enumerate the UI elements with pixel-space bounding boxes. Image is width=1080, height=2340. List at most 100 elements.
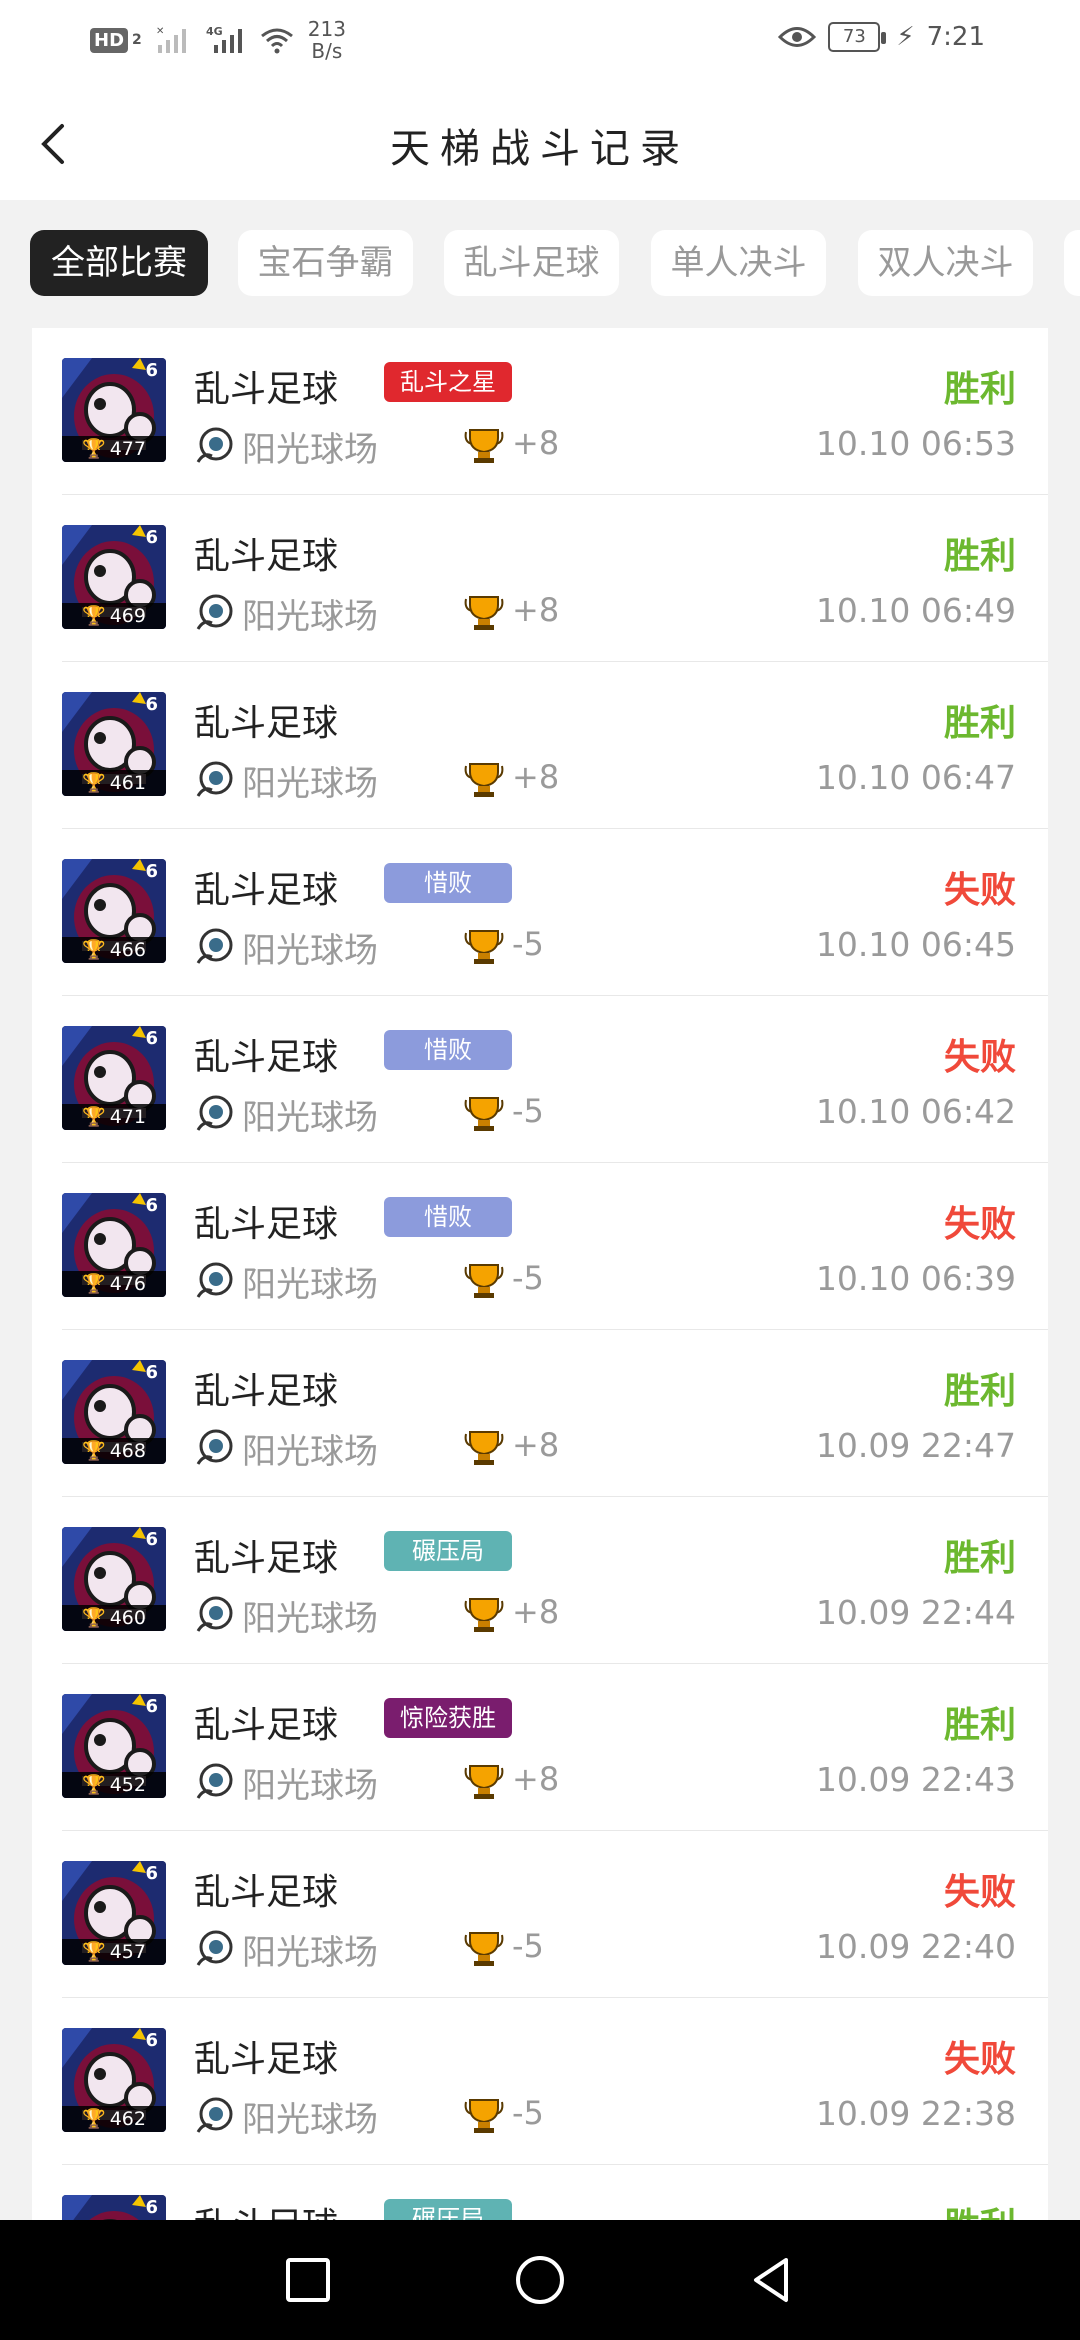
ball-icon (196, 761, 233, 797)
brawler-level: 6 (145, 2197, 158, 2218)
map-name: 阳光球场 (242, 1098, 378, 1138)
wifi-icon (260, 28, 293, 54)
trophy-small-icon: 🏆 (82, 939, 106, 961)
match-time: 10.09 22:43 (815, 1760, 1016, 1799)
home-button[interactable] (510, 2250, 570, 2310)
game-mode: 乱斗足球 (194, 1872, 339, 1913)
game-mode: 乱斗足球 (194, 1705, 339, 1746)
match-row[interactable]: 6 🏆 476 乱斗足球 惜败 阳光球场 -5 失败 10.10 06:39 (62, 1163, 1048, 1330)
match-row[interactable]: 6 🏆 452 乱斗足球 惊险获胜 阳光球场 +8 胜利 10.09 22:43 (62, 1664, 1048, 1831)
match-time: 10.10 06:47 (815, 758, 1016, 797)
square-icon (286, 2258, 330, 2302)
match-row[interactable]: 6 🏆 462 乱斗足球 阳光球场 -5 失败 10.09 22:38 (62, 1998, 1048, 2165)
status-bar: HD 2 ✕ 4G 213 B/s 73 ⚡ 7:21 (0, 0, 1080, 86)
brawler-level: 6 (145, 2030, 158, 2051)
match-badge: 惜败 (384, 1197, 512, 1237)
tab-brawl-ball[interactable]: 乱斗足球 (444, 230, 619, 296)
back-nav-button[interactable] (742, 2250, 802, 2310)
match-list: 6 🏆 477 乱斗足球 乱斗之星 阳光球场 +8 胜利 10.10 06:53 6 🏆 469 乱斗足… (32, 328, 1048, 2228)
match-row[interactable]: 6 🏆 460 乱斗足球 碾压局 阳光球场 +8 胜利 10.09 22:44 (62, 1497, 1048, 1664)
trophy-change: -5 (512, 925, 544, 963)
trophy-icon (464, 1765, 504, 1799)
brawler-level: 6 (145, 861, 158, 882)
match-row[interactable]: 6 🏆 471 乱斗足球 惜败 阳光球场 -5 失败 10.10 06:42 (62, 996, 1048, 1163)
match-time: 10.10 06:45 (815, 925, 1016, 964)
match-row[interactable]: 6 🏆 477 乱斗足球 乱斗之星 阳光球场 +8 胜利 10.10 06:53 (62, 328, 1048, 495)
brawler-trophies: 🏆 462 (62, 2106, 166, 2132)
network-type-label: 4G (206, 25, 223, 38)
trophy-change: +8 (512, 1593, 560, 1631)
match-row[interactable]: 6 🏆 457 乱斗足球 阳光球场 -5 失败 10.09 22:40 (62, 1831, 1048, 1998)
brawler-avatar: 6 🏆 471 (62, 1026, 166, 1130)
battery-icon: 73 (828, 22, 887, 52)
game-mode: 乱斗足球 (194, 2039, 339, 2080)
trophy-change: +8 (512, 424, 560, 462)
match-time: 10.10 06:42 (815, 1092, 1016, 1131)
match-row[interactable]: 6 🏆 461 乱斗足球 阳光球场 +8 胜利 10.10 06:47 (62, 662, 1048, 829)
recent-apps-button[interactable] (278, 2250, 338, 2310)
tab-gem-grab[interactable]: 宝石争霸 (238, 230, 413, 296)
brawler-trophies: 🏆 468 (62, 1438, 166, 1464)
trophy-small-icon: 🏆 (82, 605, 106, 627)
tab-more[interactable] (1064, 230, 1080, 296)
charging-icon: ⚡ (896, 22, 915, 52)
trophy-small-icon: 🏆 (82, 2108, 106, 2130)
trophy-change: +8 (512, 758, 560, 796)
brawler-level: 6 (145, 1863, 158, 1884)
brawler-level: 6 (145, 1696, 158, 1717)
tab-all[interactable]: 全部比赛 (30, 230, 208, 296)
trophy-small-icon: 🏆 (82, 1774, 106, 1796)
trophy-icon (464, 429, 504, 463)
brawler-avatar: 6 🏆 460 (62, 1527, 166, 1631)
tab-solo-showdown[interactable]: 单人决斗 (651, 230, 826, 296)
trophy-change: +8 (512, 591, 560, 629)
game-mode: 乱斗足球 (194, 1538, 339, 1579)
ball-icon (196, 1095, 233, 1131)
ball-icon (196, 2097, 233, 2133)
brawler-level: 6 (145, 360, 158, 381)
trophy-icon (464, 763, 504, 797)
brawler-avatar: 6 🏆 462 (62, 2028, 166, 2132)
match-badge: 乱斗之星 (384, 362, 512, 402)
brawler-trophies: 🏆 471 (62, 1104, 166, 1130)
match-row[interactable]: 6 🏆 468 乱斗足球 阳光球场 +8 胜利 10.09 22:47 (62, 1330, 1048, 1497)
game-mode: 乱斗足球 (194, 1371, 339, 1412)
clock: 7:21 (926, 22, 985, 52)
trophy-icon (464, 1932, 504, 1966)
map-name: 阳光球场 (242, 2100, 378, 2140)
brawler-level: 6 (145, 1195, 158, 1216)
ball-icon (196, 928, 233, 964)
match-result: 失败 (943, 1204, 1016, 1245)
brawler-avatar: 6 🏆 457 (62, 1861, 166, 1965)
match-result: 胜利 (943, 369, 1016, 410)
match-row[interactable]: 6 乱斗足球 碾压局 胜利 (62, 2165, 1048, 2228)
match-row[interactable]: 6 🏆 469 乱斗足球 阳光球场 +8 胜利 10.10 06:49 (62, 495, 1048, 662)
match-time: 10.09 22:44 (815, 1593, 1016, 1632)
match-badge: 惜败 (384, 863, 512, 903)
trophy-change: -5 (512, 1927, 544, 1965)
match-result: 胜利 (943, 536, 1016, 577)
brawler-trophies: 🏆 477 (62, 436, 166, 462)
trophy-small-icon: 🏆 (82, 1106, 106, 1128)
match-result: 胜利 (943, 1371, 1016, 1412)
match-result: 胜利 (943, 1705, 1016, 1746)
brawler-level: 6 (145, 1362, 158, 1383)
triangle-back-icon (754, 2258, 788, 2302)
brawler-avatar: 6 🏆 477 (62, 358, 166, 462)
tab-duo-showdown[interactable]: 双人决斗 (858, 230, 1033, 296)
trophy-icon (464, 930, 504, 964)
match-result: 失败 (943, 1037, 1016, 1078)
signal-icon-no-service: ✕ (156, 26, 186, 53)
match-time: 10.09 22:40 (815, 1927, 1016, 1966)
brawler-trophies: 🏆 457 (62, 1939, 166, 1965)
brawler-avatar: 6 🏆 476 (62, 1193, 166, 1297)
match-row[interactable]: 6 🏆 466 乱斗足球 惜败 阳光球场 -5 失败 10.10 06:45 (62, 829, 1048, 996)
trophy-change: +8 (512, 1426, 560, 1464)
trophy-change: -5 (512, 2094, 544, 2132)
game-mode: 乱斗足球 (194, 1037, 339, 1078)
trophy-change: -5 (512, 1259, 544, 1297)
page-title: 天梯战斗记录 (390, 126, 690, 172)
brawler-avatar: 6 🏆 461 (62, 692, 166, 796)
filter-tabs: 全部比赛 宝石争霸 乱斗足球 单人决斗 双人决斗 (0, 228, 1080, 298)
map-name: 阳光球场 (242, 1432, 378, 1472)
